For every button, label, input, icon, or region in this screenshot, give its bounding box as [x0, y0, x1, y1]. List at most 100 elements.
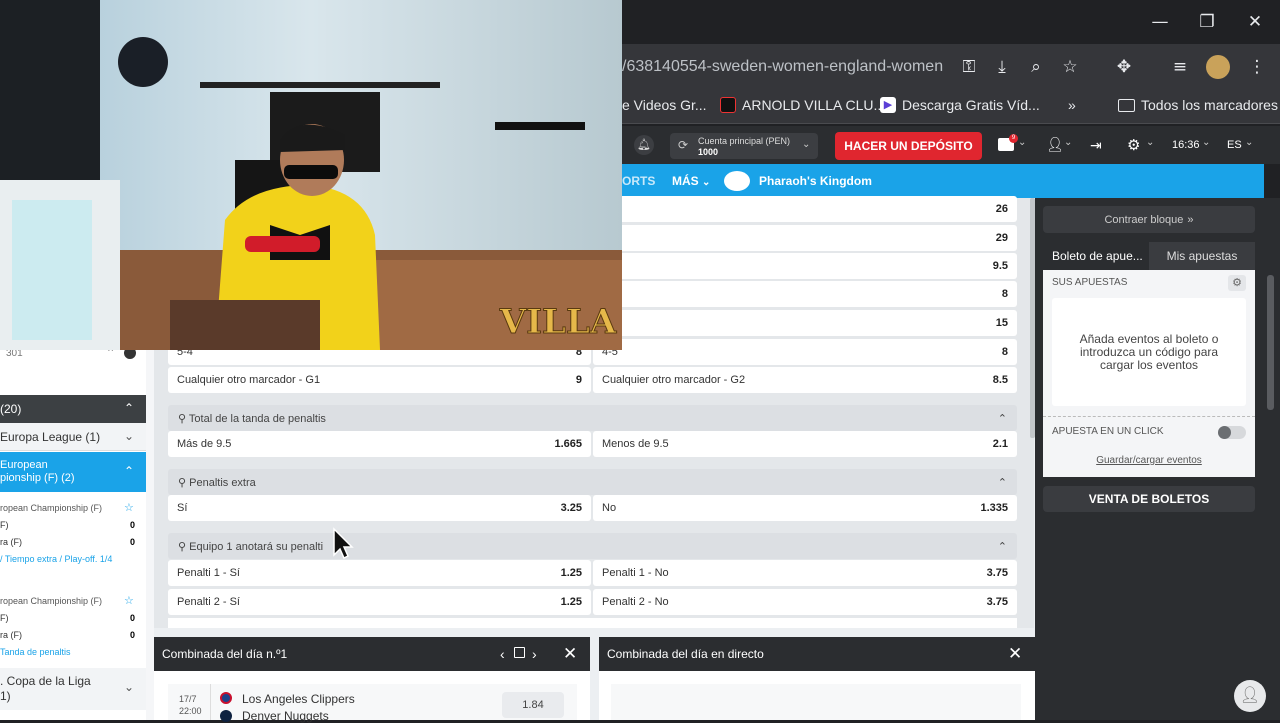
odds-cell[interactable]: 8: [593, 281, 1017, 307]
settings-gear-icon[interactable]: ⚙: [1127, 136, 1140, 154]
odds-cell[interactable]: Penalti 2 - No 3.75: [593, 589, 1017, 615]
odds-value: 26: [995, 203, 1008, 215]
chevron-down-icon: ⌄: [1202, 137, 1211, 148]
match-card[interactable]: ropean Championship (F) ☆ F) 0 ra (F) 0 …: [0, 496, 146, 578]
one-click-toggle[interactable]: [1218, 426, 1246, 439]
clock-time[interactable]: 16:36: [1172, 139, 1200, 151]
favorite-star-icon[interactable]: ☆: [124, 501, 134, 514]
one-click-label: APUESTA EN UN CLICK: [1052, 426, 1164, 437]
address-bar[interactable]: /638140554-sweden-women-england-women: [622, 58, 943, 76]
save-load-events-link[interactable]: Guardar/cargar eventos: [1043, 455, 1255, 466]
market-title: Total de la tanda de penaltis: [188, 412, 326, 425]
odds-value: 1.25: [560, 596, 582, 608]
combo-odds-button[interactable]: 1.84: [502, 692, 564, 718]
menu-dots-icon[interactable]: ⋮: [1245, 55, 1269, 79]
odds-cell[interactable]: 29: [593, 225, 1017, 251]
market-header[interactable]: ⚲ Equipo 1 anotará su penalti ⌃: [168, 533, 1017, 559]
tab-betslip[interactable]: Boleto de apue...: [1043, 242, 1149, 270]
odds-cell[interactable]: Penalti 1 - No 3.75: [593, 560, 1017, 586]
bookmark-arnold[interactable]: ARNOLD VILLA CLU...: [720, 97, 885, 113]
restore-icon[interactable]: ❐: [1184, 0, 1230, 44]
media-control-icon[interactable]: ≡: [1168, 55, 1192, 79]
match-card[interactable]: ropean Championship (F) ☆ F) 0 ra (F) 0 …: [0, 588, 146, 662]
deposit-button[interactable]: HACER UN DEPÓSITO: [835, 132, 982, 160]
collapse-block-button[interactable]: Contraer bloque»: [1043, 206, 1255, 233]
favorite-star-icon[interactable]: ☆: [124, 594, 134, 607]
odds-value: 1.25: [560, 567, 582, 579]
ticket-sales-button[interactable]: VENTA DE BOLETOS: [1043, 486, 1255, 512]
odds-cell[interactable]: 26: [593, 196, 1017, 222]
odds-value: 29: [995, 232, 1008, 244]
odds-cell[interactable]: 9.5: [593, 253, 1017, 279]
odds-cell[interactable]: 15: [593, 310, 1017, 336]
odds-cell[interactable]: Cualquier otro marcador - G2 8.5: [593, 367, 1017, 393]
chevron-down-icon: ⌄: [702, 177, 711, 188]
odds-cell[interactable]: Más de 9.5 1.665: [168, 431, 591, 457]
double-chevron-icon: »: [1187, 213, 1194, 226]
championship-row[interactable]: European pionship (F) (2) ⌃: [0, 452, 146, 492]
odds-label: Penalti 1 - No: [602, 567, 669, 579]
tab-my-bets[interactable]: Mis apuestas: [1149, 242, 1255, 270]
divider: [210, 684, 211, 720]
bookmark-descarga[interactable]: ▶ Descarga Gratis Víd...: [880, 97, 1040, 113]
close-icon[interactable]: ✕: [1008, 644, 1022, 664]
install-app-icon[interactable]: ⤓: [990, 55, 1014, 79]
user-icon[interactable]: 👤︎: [1046, 137, 1064, 152]
betslip-settings-icon[interactable]: ⚙: [1228, 275, 1246, 291]
refresh-icon: ⟳: [678, 138, 689, 152]
bookmark-videos[interactable]: e Videos Gr...: [622, 97, 707, 113]
webcam-overlay: VILLA: [0, 0, 622, 350]
minimize-icon[interactable]: —: [1137, 0, 1183, 44]
prev-arrow-icon[interactable]: ‹: [500, 646, 505, 662]
europa-league-row[interactable]: Europa League (1) ⌄: [0, 423, 146, 451]
odds-cell[interactable]: Penalti 1 - Sí 1.25: [168, 560, 591, 586]
team-score: 0: [130, 520, 136, 530]
account-selector[interactable]: ⟳ Cuenta principal (PEN) 1000 ⌄: [670, 133, 818, 159]
market-title: Penaltis extra: [189, 476, 256, 489]
bookmark-star-icon[interactable]: ☆: [1058, 55, 1082, 79]
profile-avatar[interactable]: [1206, 55, 1230, 79]
odds-label: Cualquier otro marcador - G2: [602, 374, 746, 386]
next-arrow-icon[interactable]: ›: [532, 646, 537, 662]
chevron-down-icon: ⌄: [1245, 137, 1254, 148]
event-date: 17/7: [179, 694, 197, 704]
pin-icon[interactable]: ⚲: [178, 413, 186, 425]
pin-icon[interactable]: ⚲: [178, 541, 186, 553]
combo-event-row[interactable]: 17/7 22:00 Los Angeles Clippers Denver N…: [168, 684, 577, 723]
odds-cell[interactable]: Menos de 9.5 2.1: [593, 431, 1017, 457]
combo-title: Combinada del día en directo: [607, 647, 764, 661]
divider: [1043, 416, 1255, 417]
chat-support-icon[interactable]: 👤︎: [1234, 680, 1266, 712]
pin-icon[interactable]: ⚲: [178, 477, 186, 489]
odds-cell[interactable]: No 1.335: [593, 495, 1017, 521]
language-selector[interactable]: ES: [1227, 139, 1242, 151]
logout-icon[interactable]: ⇥: [1090, 137, 1102, 154]
market-header[interactable]: ⚲ Total de la tanda de penaltis ⌃: [168, 405, 1017, 431]
odds-cell[interactable]: Penalti 2 - Sí 1.25: [168, 589, 591, 615]
odds-cell[interactable]: 4-5 8: [593, 339, 1017, 365]
team-name: F): [0, 613, 9, 623]
calendar-icon[interactable]: [514, 647, 525, 658]
team-score: 0: [130, 613, 136, 623]
zoom-icon[interactable]: ⌕: [1024, 55, 1048, 79]
copa-liga-row[interactable]: . Copa de la Liga 1) ⌄: [0, 668, 146, 710]
nav-more[interactable]: MÁS ⌄: [672, 174, 710, 188]
sidebar-scrollbar[interactable]: [1267, 275, 1274, 410]
sport-section-header[interactable]: (20) ⌃: [0, 395, 146, 423]
team-name: ra (F): [0, 537, 22, 547]
nav-promo[interactable]: Pharaoh's Kingdom: [759, 174, 872, 188]
odds-cell[interactable]: Cualquier otro marcador - G1 9: [168, 367, 591, 393]
odds-cell[interactable]: Sí 3.25: [168, 495, 591, 521]
all-bookmarks[interactable]: Todos los marcadores: [1118, 97, 1278, 113]
nav-sports[interactable]: ORTS: [622, 174, 655, 188]
close-icon[interactable]: ✕: [563, 644, 577, 664]
combo-panel-2-header: Combinada del día en directo: [599, 637, 1035, 671]
password-key-icon[interactable]: ⚿: [957, 55, 981, 79]
match-league: ropean Championship (F): [0, 596, 103, 606]
extensions-icon[interactable]: ✥: [1112, 55, 1136, 79]
more-bookmarks-button[interactable]: »: [1068, 97, 1076, 113]
close-window-icon[interactable]: ✕: [1232, 0, 1278, 44]
market-header[interactable]: ⚲ Penaltis extra ⌃: [168, 469, 1017, 495]
play-icon: ▶: [880, 97, 896, 113]
notification-bell-icon[interactable]: 🔔︎: [634, 135, 654, 155]
